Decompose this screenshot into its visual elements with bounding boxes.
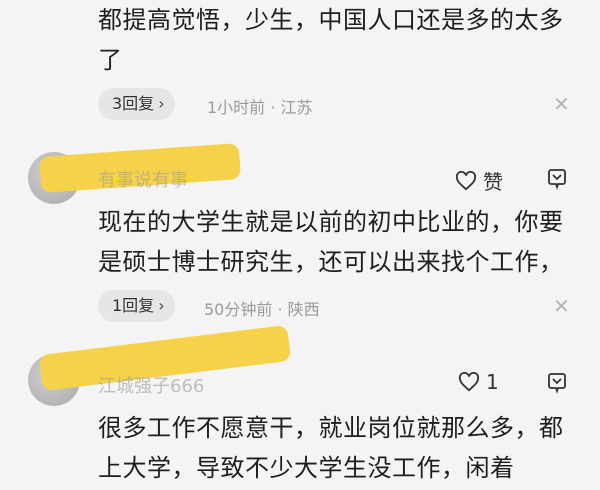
comment-2-reply-button[interactable]: 1回复 › [98,290,175,322]
comment-1-meta: 1小时前 · 江苏 [207,98,313,117]
comment-1-text-line1: 都提高觉悟，少生，中国人口还是多的太多 [98,6,564,34]
heart-icon [455,170,477,190]
share-icon[interactable] [545,166,569,194]
comment-3-text-line2: 上大学，导致不少大学生没工作，闲着 [98,454,515,482]
share-icon[interactable] [545,370,569,398]
comment-3-text-line1: 很多工作不愿意干，就业岗位就那么多，都 [98,414,564,442]
comment-1-reply-button[interactable]: 3回复 › [98,88,175,120]
comment-3-username[interactable]: 江城强子666 [98,372,204,398]
reply-count-label: 1回复 [112,296,155,315]
close-icon[interactable]: ✕ [553,294,570,318]
comment-2-username[interactable]: 有事说有事 [98,166,188,192]
comment-2-text-line2: 是硕士博士研究生，还可以出来找个工作， [98,248,564,276]
close-icon[interactable]: ✕ [553,92,570,116]
comment-2-text-line1: 现在的大学生就是以前的初中比业的，你要 [98,208,564,236]
comment-2-meta: 50分钟前 · 陕西 [204,300,320,319]
chevron-right-icon: › [158,94,165,113]
like-label: 赞 [483,170,503,194]
like-button[interactable]: 1 [458,370,499,394]
like-button[interactable]: 赞 [455,166,503,195]
like-count: 1 [486,370,499,394]
reply-count-label: 3回复 [112,94,155,113]
heart-icon [458,372,480,392]
comment-1-text-line2: 了 [98,46,123,74]
chevron-right-icon: › [158,296,165,315]
